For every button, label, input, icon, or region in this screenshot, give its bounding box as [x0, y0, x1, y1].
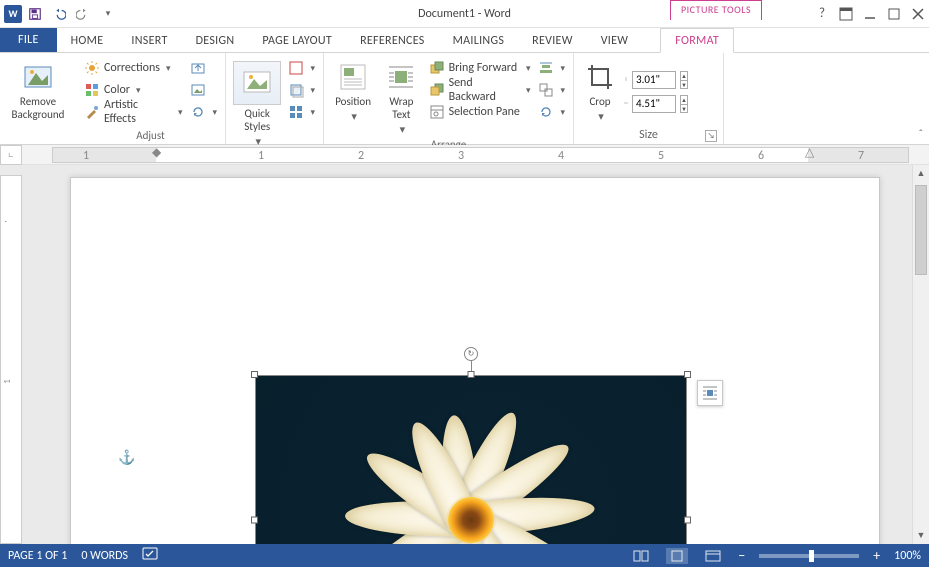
collapse-ribbon-button[interactable]: ˆ [919, 127, 923, 140]
read-mode-button[interactable] [630, 548, 652, 564]
group-button[interactable]: ▾ [536, 79, 567, 101]
width-icon [624, 101, 628, 105]
shape-width-row: ▲▼ [624, 95, 688, 113]
tab-selector[interactable]: ∟ [0, 145, 22, 165]
object-anchor-icon[interactable]: ⚓ [118, 449, 135, 466]
scrollbar-thumb[interactable] [915, 185, 927, 275]
ribbon-tabs: FILE HOME INSERT DESIGN PAGE LAYOUT REFE… [0, 28, 929, 53]
qat-customize[interactable]: ▾ [96, 3, 118, 25]
artistic-effects-button[interactable]: Artistic Effects▾ [82, 101, 184, 123]
tab-page-layout[interactable]: PAGE LAYOUT [248, 29, 346, 52]
group-label-adjust: Adjust [82, 127, 219, 144]
maximize-button[interactable] [887, 7, 901, 21]
tab-file[interactable]: FILE [0, 28, 57, 52]
word-count-status[interactable]: 0 WORDS [81, 549, 128, 563]
tab-format[interactable]: FORMAT [660, 28, 734, 53]
zoom-level[interactable]: 100% [894, 549, 921, 563]
picture-effects-button[interactable]: ▾ [286, 79, 317, 101]
wrap-text-button[interactable]: Wrap Text▾ [380, 57, 422, 136]
document-area: · 1 ⚓ ↻ [0, 165, 929, 544]
undo-button[interactable] [48, 3, 70, 25]
ribbon-display-options[interactable] [839, 7, 853, 21]
status-bar: PAGE 1 OF 1 0 WORDS − + 100% [0, 544, 929, 567]
ribbon: Remove Background Corrections▾ Color▾ Ar… [0, 53, 929, 145]
help-button[interactable]: ? [815, 7, 829, 21]
spelling-status-icon[interactable] [142, 547, 158, 565]
resize-handle[interactable] [251, 517, 258, 524]
align-button[interactable]: ▾ [536, 57, 567, 79]
minimize-button[interactable] [863, 7, 877, 21]
reset-picture-button[interactable]: ▾ [188, 101, 219, 123]
resize-handle[interactable] [684, 517, 691, 524]
layout-options-button[interactable] [697, 380, 723, 406]
page-number-status[interactable]: PAGE 1 OF 1 [8, 549, 67, 563]
indent-marker-left[interactable]: ◆ [152, 145, 162, 155]
quick-access-toolbar: W ▾ [0, 3, 118, 25]
print-layout-button[interactable] [666, 548, 688, 564]
shape-height-row: ▲▼ [624, 71, 688, 89]
width-spinner[interactable]: ▲▼ [680, 95, 688, 113]
window-title: Document1 - Word [0, 7, 929, 21]
remove-background-label: Remove Background [6, 95, 70, 121]
vertical-scrollbar[interactable]: ▲ ▼ [912, 165, 929, 544]
selection-pane-button[interactable]: Selection Pane [427, 101, 533, 123]
title-bar: W ▾ Document1 - Word PICTURE TOOLS ? [0, 0, 929, 28]
close-button[interactable] [911, 7, 925, 21]
position-button[interactable]: Position▾ [330, 57, 376, 136]
shape-width-input[interactable] [632, 95, 676, 113]
resize-handle[interactable] [251, 371, 258, 378]
tab-mailings[interactable]: MAILINGS [439, 29, 519, 52]
save-button[interactable] [24, 3, 46, 25]
compress-pictures-button[interactable] [188, 57, 219, 79]
quick-styles-button[interactable]: Quick Styles▾ [232, 57, 282, 148]
zoom-slider[interactable] [759, 554, 859, 558]
indent-marker-right[interactable]: △ [805, 145, 815, 155]
crop-button[interactable]: Crop▾ [580, 57, 620, 126]
chevron-down-icon: ▾ [166, 63, 171, 74]
tab-insert[interactable]: INSERT [117, 29, 181, 52]
zoom-in-button[interactable]: + [873, 547, 880, 564]
change-picture-button[interactable] [188, 79, 219, 101]
dialog-launcher-icon[interactable]: ↘ [705, 130, 717, 142]
resize-handle[interactable] [468, 371, 475, 378]
shape-height-input[interactable] [632, 71, 676, 89]
zoom-out-button[interactable]: − [738, 547, 745, 564]
horizontal-ruler[interactable]: 1 1 2 3 4 5 6 7 ◆ △ [52, 147, 909, 163]
rotation-handle[interactable]: ↻ [464, 347, 478, 361]
ruler-row: ∟ 1 1 2 3 4 5 6 7 ◆ △ [0, 145, 929, 165]
picture-layout-button[interactable]: ▾ [286, 101, 317, 123]
word-app-icon[interactable]: W [4, 5, 22, 23]
vertical-ruler[interactable]: · 1 [0, 175, 22, 544]
tab-review[interactable]: REVIEW [518, 29, 587, 52]
tab-design[interactable]: DESIGN [182, 29, 249, 52]
picture-border-button[interactable]: ▾ [286, 57, 317, 79]
scroll-up-arrow[interactable]: ▲ [913, 165, 929, 182]
height-icon [624, 77, 628, 81]
send-backward-button[interactable]: Send Backward▾ [427, 79, 533, 101]
tab-view[interactable]: VIEW [587, 29, 643, 52]
rotate-button[interactable]: ▾ [536, 101, 567, 123]
remove-background-button[interactable]: Remove Background [6, 57, 70, 121]
resize-handle[interactable] [684, 371, 691, 378]
tab-references[interactable]: REFERENCES [346, 29, 439, 52]
web-layout-button[interactable] [702, 548, 724, 564]
picture-style-thumbnail [233, 61, 281, 105]
window-controls: ? [815, 7, 925, 21]
group-label-size: Size↘ [580, 126, 717, 144]
corrections-button[interactable]: Corrections▾ [82, 57, 184, 79]
tab-home[interactable]: HOME [57, 29, 118, 52]
chevron-down-icon: ▾ [136, 85, 141, 96]
redo-button[interactable] [72, 3, 94, 25]
height-spinner[interactable]: ▲▼ [680, 71, 688, 89]
contextual-tab-label: PICTURE TOOLS [670, 0, 762, 20]
chevron-down-icon: ▾ [178, 107, 183, 118]
inserted-picture[interactable]: ↻ [255, 375, 687, 544]
scroll-down-arrow[interactable]: ▼ [913, 527, 929, 544]
